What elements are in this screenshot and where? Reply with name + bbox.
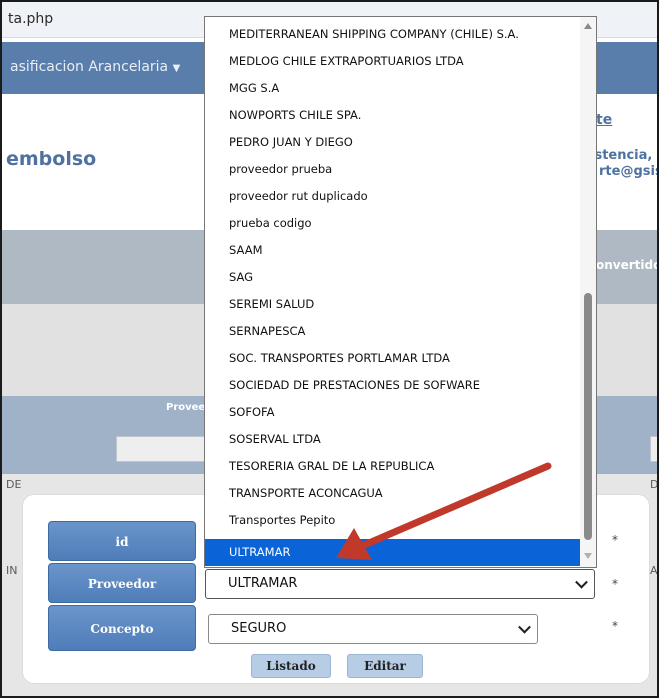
dropdown-option[interactable]: MEDLOG CHILE EXTRAPORTUARIOS LTDA (205, 48, 581, 75)
table-fragment: DE (650, 478, 659, 491)
dropdown-option[interactable]: NOWPORTS CHILE SPA. (205, 102, 581, 129)
edit-button[interactable]: Editar (347, 654, 423, 678)
header-link[interactable]: te (596, 112, 612, 128)
nav-menu-clasificacion[interactable]: asificacion Arancelaria ▼ (10, 59, 180, 75)
list-button[interactable]: Listado (251, 654, 331, 678)
concept-select-value: SEGURO (231, 621, 287, 636)
scroll-down-arrow-icon[interactable] (584, 553, 592, 559)
caret-down-icon: ▼ (172, 63, 181, 74)
dropdown-option[interactable]: SAG (205, 264, 581, 291)
header-contact-line2: rte@gsis (599, 164, 659, 179)
dropdown-option[interactable]: SOFOFA (205, 399, 581, 426)
dropdown-option[interactable]: SERNAPESCA (205, 318, 581, 345)
chevron-down-icon (518, 620, 531, 634)
provider-select-value: ULTRAMAR (228, 576, 298, 591)
table-fragment: AC (650, 564, 658, 577)
filter-secondary-input[interactable] (650, 436, 657, 462)
dropdown-scrollbar[interactable] (580, 17, 596, 567)
dropdown-option[interactable]: MEDITERRANEAN SHIPPING COMPANY (CHILE) S… (205, 21, 581, 48)
provider-dropdown-list[interactable]: MEDITERRANEAN SHIPPING COMPANY (CHILE) S… (204, 16, 597, 568)
table-fragment: IN (6, 564, 18, 577)
dropdown-option[interactable]: MGG S.A (205, 75, 581, 102)
id-label: id (48, 521, 196, 561)
provider-label: Proveedor (48, 563, 196, 603)
concept-select[interactable]: SEGURO (208, 614, 538, 644)
provider-select[interactable]: ULTRAMAR (205, 569, 595, 599)
info-band-text: onvertido (596, 258, 659, 272)
nav-menu-label: asificacion Arancelaria (10, 59, 169, 75)
dropdown-option-selected[interactable]: ULTRAMAR (205, 539, 581, 566)
page-title: embolso (6, 148, 97, 170)
dropdown-option[interactable]: SOCIEDAD DE PRESTACIONES DE SOFWARE (205, 372, 581, 399)
header-contact-line1: istencia, (590, 148, 653, 163)
scroll-up-arrow-icon[interactable] (584, 23, 592, 29)
scrollbar-thumb[interactable] (584, 293, 592, 540)
url-text: ta.php (8, 11, 54, 27)
dropdown-option[interactable]: SEREMI SALUD (205, 291, 581, 318)
dropdown-option[interactable]: SOC. TRANSPORTES PORTLAMAR LTDA (205, 345, 581, 372)
dropdown-option[interactable]: prueba codigo (205, 210, 581, 237)
dropdown-option[interactable]: SOSERVAL LTDA (205, 426, 581, 453)
dropdown-option[interactable]: proveedor rut duplicado (205, 183, 581, 210)
required-marker: * (612, 619, 618, 633)
filter-provider-input[interactable] (116, 436, 208, 462)
filter-provider-label: Provee (166, 402, 206, 413)
dropdown-option[interactable]: SAAM (205, 237, 581, 264)
dropdown-option[interactable]: PEDRO JUAN Y DIEGO (205, 129, 581, 156)
required-marker: * (612, 533, 618, 547)
dropdown-option[interactable]: TESORERIA GRAL DE LA REPUBLICA (205, 453, 581, 480)
dropdown-option[interactable]: TRANSPORTE ACONCAGUA (205, 480, 581, 507)
concept-label: Concepto desembolso (48, 605, 196, 682)
dropdown-option[interactable]: proveedor prueba (205, 156, 581, 183)
chevron-down-icon (575, 575, 588, 589)
dropdown-option[interactable]: Transportes Pepito (205, 507, 581, 534)
table-fragment: DE (6, 478, 22, 491)
required-marker: * (612, 577, 618, 591)
